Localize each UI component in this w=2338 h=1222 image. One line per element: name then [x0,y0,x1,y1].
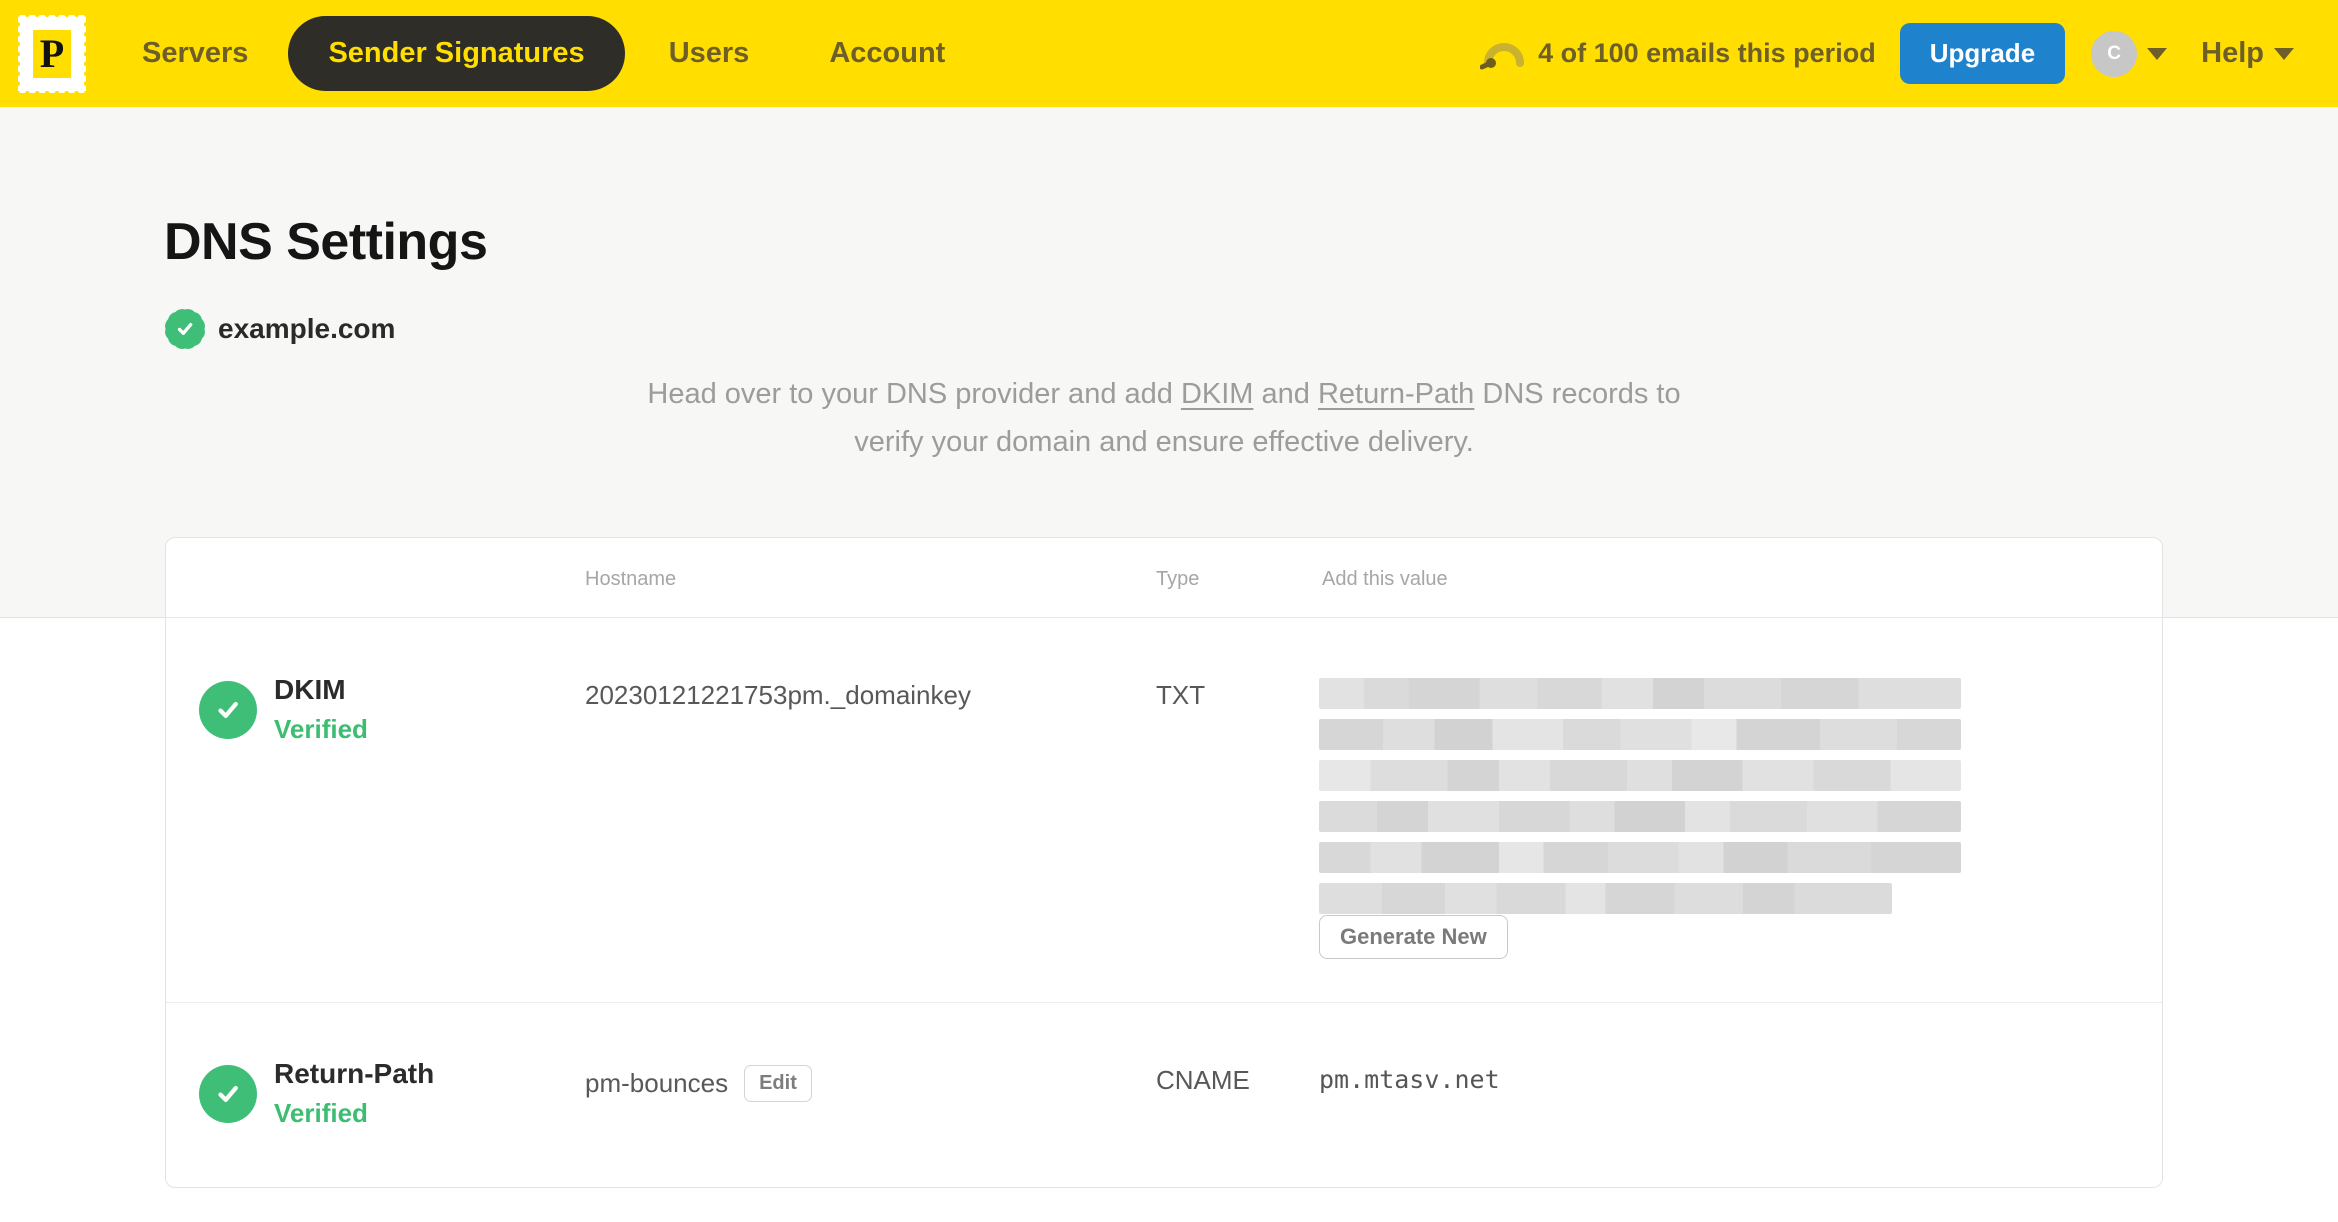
record-name: DKIM [274,674,346,705]
verified-seal-icon [161,305,209,353]
chevron-down-icon [2274,47,2294,60]
column-header-type: Type [1156,568,1200,590]
status-badge: Verified [274,714,368,744]
nav-item-users[interactable]: Users [669,37,750,70]
postmark-logo[interactable]: P [15,11,89,96]
description-text: DNS records to [1474,378,1681,410]
type-cell: CNAME [1156,1065,1250,1095]
account-menu-button[interactable]: C [2091,30,2168,77]
top-nav: P Servers Sender Signatures Users Accoun… [0,0,2338,107]
generate-new-button[interactable]: Generate New [1319,915,1508,959]
avatar: C [2091,30,2138,77]
record-label: Return-Path Verified [274,1058,434,1129]
description-text: and [1253,378,1318,410]
domain-name: example.com [218,313,396,344]
nav-item-sender-signatures[interactable]: Sender Signatures [288,16,625,91]
table-row-dkim: DKIM Verified 20230121221753pm._domainke… [166,618,2162,1002]
usage-summary: 4 of 100 emails this period [1538,38,1876,68]
dns-records-card: Hostname Type Add this value DKIM Verifi… [165,537,2163,1188]
help-label: Help [2201,37,2264,69]
verified-check-icon [199,1065,257,1123]
chevron-down-icon [2147,47,2168,60]
table-row-return-path: Return-Path Verified pm-bounces Edit CNA… [166,1002,2162,1187]
edit-button[interactable]: Edit [744,1065,812,1102]
page-title: DNS Settings [164,213,488,271]
nav-item-account[interactable]: Account [829,37,945,70]
description-line-2: verify your domain and ensure effective … [854,426,1474,458]
table-header-row: Hostname Type Add this value [166,538,2162,618]
hostname-cell: pm-bounces Edit [585,1065,812,1102]
status-badge: Verified [274,1098,368,1128]
return-path-link[interactable]: Return-Path [1318,378,1474,410]
column-header-value: Add this value [1322,568,1448,590]
verified-check-icon [199,681,257,739]
hostname-cell: 20230121221753pm._domainkey [585,680,971,710]
usage-gauge-icon [1480,36,1526,72]
nav-item-servers[interactable]: Servers [142,37,248,70]
type-cell: TXT [1156,680,1206,710]
postmark-logo-letter: P [39,30,65,76]
upgrade-button[interactable]: Upgrade [1899,23,2066,84]
domain-row: example.com [161,305,396,353]
hostname-value: pm-bounces [585,1068,729,1098]
record-label: DKIM Verified [274,674,368,745]
description-text: Head over to your DNS provider and add [647,378,1181,410]
description-line-1: Head over to your DNS provider and add D… [165,370,2163,418]
help-menu-button[interactable]: Help [2201,37,2294,70]
redacted-dkim-value [1319,678,1961,924]
value-cell: pm.mtasv.net [1319,1065,1500,1094]
dkim-link[interactable]: DKIM [1181,378,1254,410]
postmark-logo-inner: P [33,29,71,78]
record-name: Return-Path [274,1058,435,1089]
page-description: Head over to your DNS provider and add D… [165,370,2163,466]
column-header-hostname: Hostname [585,568,677,590]
nav-right-group: 4 of 100 emails this period Upgrade C He… [1480,0,2294,107]
